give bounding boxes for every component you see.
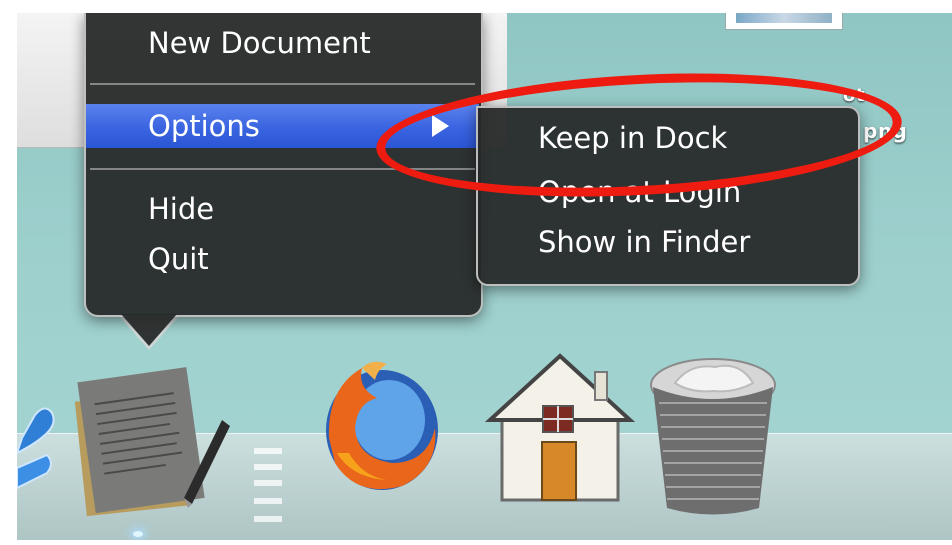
desktop-thumbnail[interactable] — [725, 13, 843, 30]
trash-icon[interactable] — [645, 353, 785, 523]
partial-app-icon[interactable] — [17, 393, 67, 503]
menu-item-hide[interactable]: Hide — [86, 187, 479, 231]
submenu-item-show-in-finder[interactable]: Show in Finder — [478, 218, 854, 266]
menu-item-quit[interactable]: Quit — [86, 237, 479, 281]
menu-pointer — [121, 314, 177, 346]
menu-item-options-label: Options — [148, 109, 260, 143]
firefox-icon[interactable] — [317, 358, 447, 498]
desktop: ot png New Document Options Hide Quit Ke… — [17, 13, 952, 540]
textedit-icon[interactable] — [72, 348, 232, 518]
home-folder-icon[interactable] — [485, 350, 635, 510]
menu-item-new-document[interactable]: New Document — [86, 21, 479, 65]
menu-separator — [90, 83, 475, 85]
running-indicator — [133, 531, 143, 537]
dock-divider — [242, 448, 292, 538]
